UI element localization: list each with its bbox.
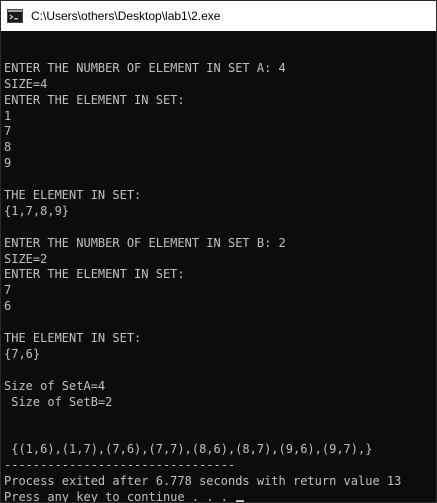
title-bar[interactable]: C:\Users\others\Desktop\lab1\2.exe <box>1 1 436 31</box>
console-line: ENTER THE ELEMENT IN SET: <box>4 92 185 107</box>
console-line: THE ELEMENT IN SET: <box>4 188 142 203</box>
console-output[interactable]: ENTER THE NUMBER OF ELEMENT IN SET A: 4S… <box>4 45 436 502</box>
console-line: Size of SetB=2 <box>4 394 113 409</box>
window-title: C:\Users\others\Desktop\lab1\2.exe <box>31 9 221 23</box>
console-line: THE ELEMENT IN SET: <box>4 331 142 346</box>
console-line: SIZE=2 <box>4 251 48 266</box>
console-line: 7 <box>4 124 12 139</box>
console-line: SIZE=4 <box>4 76 48 91</box>
console-line: ENTER THE NUMBER OF ELEMENT IN SET A: 4 <box>4 60 286 75</box>
console-app-icon <box>7 9 23 23</box>
console-line: Process exited after 6.778 seconds with … <box>4 474 402 489</box>
console-window: C:\Users\others\Desktop\lab1\2.exe ENTER… <box>0 0 437 503</box>
console-line: 8 <box>4 140 12 155</box>
console-line: -------------------------------- <box>4 458 236 473</box>
console-line: {7,6} <box>4 346 41 361</box>
console-line: 6 <box>4 299 12 314</box>
console-line: 9 <box>4 156 12 171</box>
console-line: {(1,6),(1,7),(7,6),(7,7),(8,6),(8,7),(9,… <box>4 442 373 457</box>
console-line: ENTER THE NUMBER OF ELEMENT IN SET B: 2 <box>4 235 286 250</box>
console-line: 7 <box>4 283 12 298</box>
console-line: Press any key to continue . . . <box>4 490 436 502</box>
text-cursor <box>236 499 245 502</box>
console-line: ENTER THE ELEMENT IN SET: <box>4 267 185 282</box>
console-line: {1,7,8,9} <box>4 203 70 218</box>
console-line: Size of SetA=4 <box>4 378 106 393</box>
console-line: 1 <box>4 108 12 123</box>
